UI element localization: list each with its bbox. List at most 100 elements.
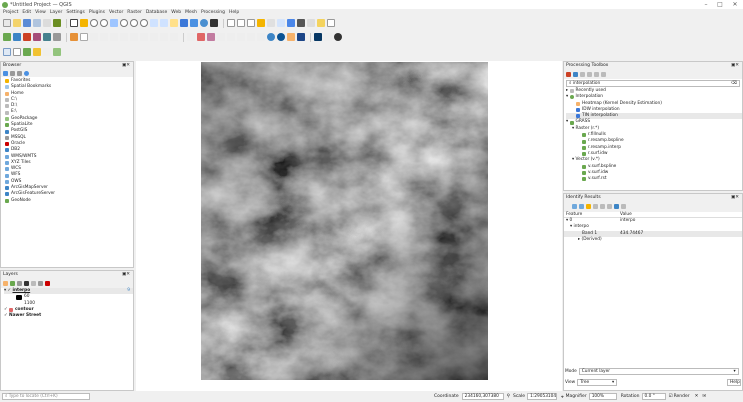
rotation-field[interactable]: 0.0 ° [641, 393, 666, 400]
magnifier-field[interactable]: 100% [588, 393, 617, 400]
select-expression-icon[interactable] [237, 19, 245, 27]
locator-search[interactable]: ⌕ Type to locate (Ctrl+K) [2, 393, 90, 400]
help-button[interactable]: Help [727, 379, 741, 386]
wrench-icon[interactable] [601, 71, 606, 77]
save-edits-icon[interactable] [90, 33, 98, 41]
scale-field[interactable]: 1:29053104 [527, 393, 558, 400]
menu-edit[interactable]: Edit [22, 10, 31, 15]
new-map-view-icon[interactable] [170, 19, 178, 27]
pin-labels-icon[interactable] [217, 33, 225, 41]
coordinate-field[interactable]: 234160,307380 [461, 393, 504, 400]
add-wms-icon[interactable] [43, 33, 51, 41]
menu-database[interactable]: Database [146, 10, 167, 15]
temporal-icon[interactable] [190, 19, 198, 27]
text-annotation-icon[interactable] [327, 19, 335, 27]
move-label-icon[interactable] [237, 33, 245, 41]
lock-scale-icon[interactable]: ⚲ [507, 394, 510, 399]
lock-icon[interactable] [334, 33, 342, 41]
refresh-icon[interactable] [3, 70, 8, 76]
cut-icon[interactable] [130, 33, 138, 41]
graph-icon[interactable] [3, 48, 11, 56]
digitize-icon[interactable] [70, 33, 78, 41]
options-icon[interactable] [594, 71, 599, 77]
menu-layer[interactable]: Layer [50, 10, 63, 15]
menu-vector[interactable]: Vector [109, 10, 123, 15]
measure-icon[interactable] [307, 19, 315, 27]
panel-close-icon[interactable]: ▣✕ [731, 194, 739, 201]
panel-close-icon[interactable]: ▣✕ [122, 271, 130, 278]
attribute-table-icon[interactable] [267, 19, 275, 27]
collapse-icon[interactable] [38, 280, 43, 286]
view-select[interactable]: Tree ▾ [577, 379, 618, 386]
add-wcs-icon[interactable] [53, 33, 61, 41]
menu-view[interactable]: View [35, 10, 46, 15]
save-project-icon[interactable] [23, 19, 31, 27]
expand-tree-icon[interactable] [572, 204, 577, 209]
select-feature-icon[interactable] [586, 204, 591, 209]
messages-icon[interactable]: ✉ [702, 394, 706, 399]
identify-mode-icon[interactable] [614, 204, 619, 209]
pan-icon[interactable] [70, 19, 78, 27]
visibility-icon[interactable] [17, 280, 22, 286]
save-as-icon[interactable] [33, 19, 41, 27]
vertex-tool-icon[interactable] [110, 33, 118, 41]
copy-icon[interactable] [140, 33, 148, 41]
rotate-label-icon[interactable] [247, 33, 255, 41]
gps-icon[interactable] [324, 33, 332, 41]
redo-icon[interactable] [170, 33, 178, 41]
models-icon[interactable] [566, 71, 571, 77]
add-vector-layer-icon[interactable] [3, 33, 11, 41]
raster-calculator-icon[interactable] [23, 48, 31, 56]
zoom-next-icon[interactable] [160, 19, 168, 27]
zoom-in-icon[interactable] [90, 19, 98, 27]
plugin-icon[interactable] [277, 33, 285, 41]
identify-icon[interactable] [210, 19, 218, 27]
menu-project[interactable]: Project [3, 10, 18, 15]
undo-icon[interactable] [160, 33, 168, 41]
show-labels-icon[interactable] [227, 33, 235, 41]
render-checkbox[interactable]: ☑ [669, 394, 673, 399]
diagram-icon[interactable] [207, 33, 215, 41]
georeferencer-icon[interactable] [287, 33, 295, 41]
crosshair-icon[interactable] [13, 48, 21, 56]
crs-icon[interactable]: ✕ [695, 394, 699, 399]
add-raster-layer-icon[interactable] [13, 33, 21, 41]
filter-icon[interactable] [24, 280, 29, 286]
annotation-icon[interactable] [317, 19, 325, 27]
print-layout-icon[interactable] [43, 19, 51, 27]
open-project-icon[interactable] [13, 19, 21, 27]
identify-row[interactable]: ▸ (Derived) [564, 237, 742, 243]
python-icon[interactable] [267, 33, 275, 41]
label-highlight-icon[interactable] [197, 33, 205, 41]
new-project-icon[interactable] [3, 19, 11, 27]
toolbox-search-input[interactable]: ⌕ interpolation ⌫ [566, 80, 740, 87]
style-icon[interactable] [3, 280, 8, 286]
model-designer-icon[interactable] [33, 48, 41, 56]
add-spatialite-icon[interactable] [33, 33, 41, 41]
menu-processing[interactable]: Processing [201, 10, 225, 15]
menu-web[interactable]: Web [171, 10, 181, 15]
menu-raster[interactable]: Raster [127, 10, 142, 15]
toggle-editing-icon[interactable] [80, 33, 88, 41]
browser-item[interactable]: GeoNode [5, 198, 133, 204]
panel-close-icon[interactable]: ▣✕ [122, 62, 130, 69]
db-manager-icon[interactable] [297, 33, 305, 41]
refresh-icon[interactable] [200, 19, 208, 27]
panel-close-icon[interactable]: ▣✕ [731, 62, 739, 69]
close-icon[interactable]: ✕ [728, 0, 742, 9]
zoom-layer-icon[interactable] [130, 19, 138, 27]
add-group-icon[interactable] [10, 280, 15, 286]
style-manager-icon[interactable] [53, 19, 61, 27]
scripts-icon[interactable] [573, 71, 578, 77]
zoom-last-icon[interactable] [150, 19, 158, 27]
filter-icon[interactable] [10, 70, 15, 76]
menu-help[interactable]: Help [229, 10, 239, 15]
history-icon[interactable] [580, 71, 585, 77]
add-feature-icon[interactable] [100, 33, 108, 41]
zoom-native-icon[interactable] [140, 19, 148, 27]
expand-icon[interactable] [31, 280, 36, 286]
remove-layer-icon[interactable] [45, 280, 50, 286]
info-icon[interactable] [24, 70, 29, 76]
zoom-selection-icon[interactable] [120, 19, 128, 27]
clear-results-icon[interactable] [600, 204, 605, 209]
